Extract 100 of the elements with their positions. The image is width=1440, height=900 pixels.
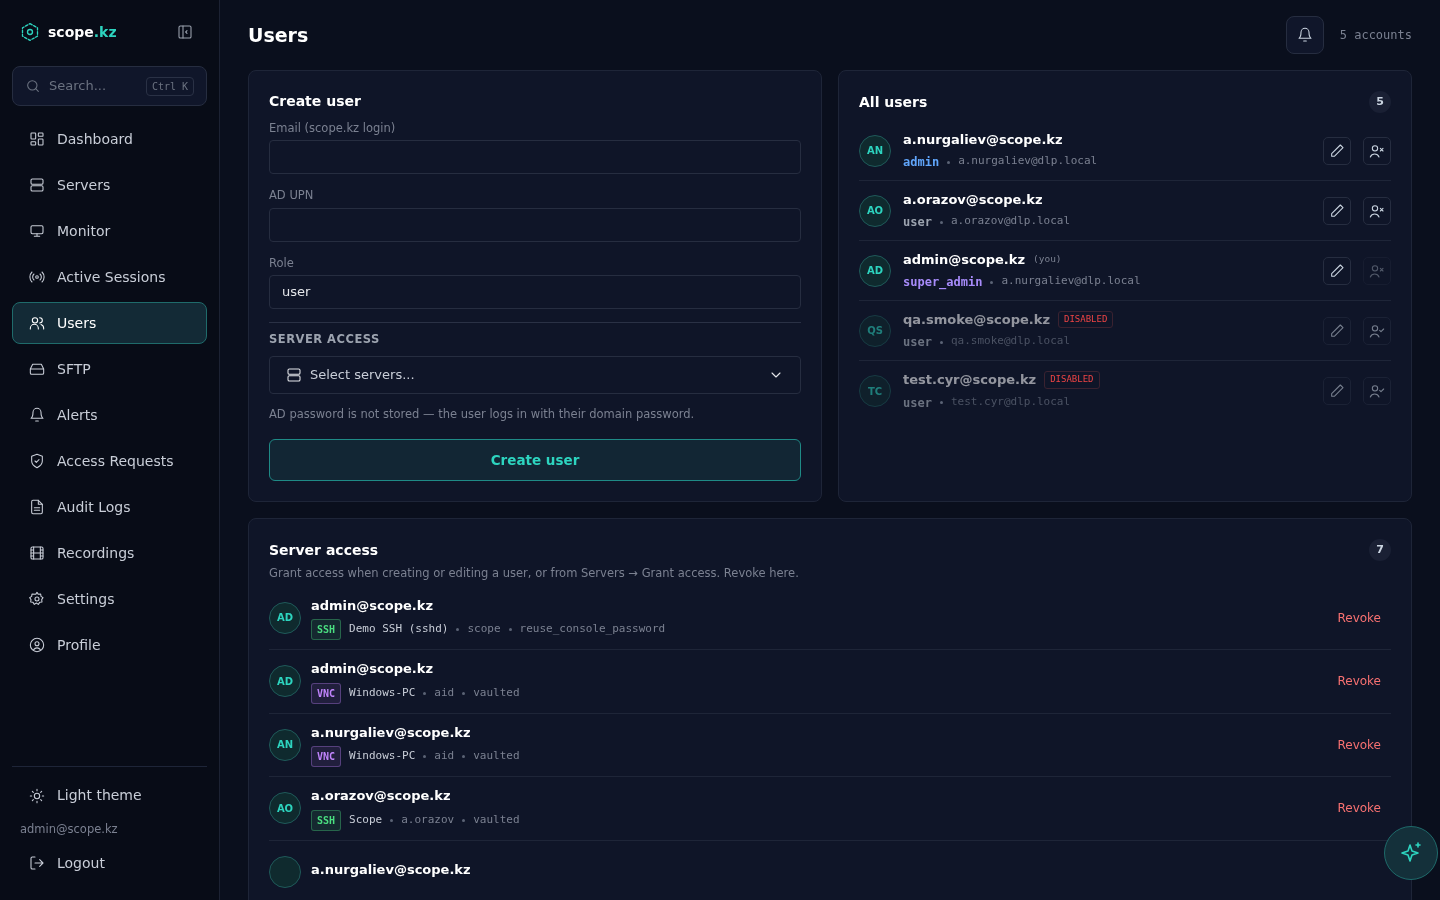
- user-role: admin: [903, 154, 940, 172]
- create-user-button[interactable]: Create user: [269, 439, 801, 482]
- user-email: a.nurgaliev@scope.kz: [311, 723, 472, 742]
- access-detail: scope: [467, 621, 501, 638]
- panel-description: Grant access when creating or editing a user, or from Servers → Grant access. Revoke here.: [269, 565, 800, 583]
- edit-button[interactable]: [1323, 196, 1351, 225]
- user-email: a.nurgaliev@scope.kz: [311, 861, 471, 879]
- protocol-badge: VNC: [311, 682, 342, 704]
- avatar: AD: [269, 665, 301, 698]
- count-badge: 5: [1369, 91, 1391, 113]
- pencil-icon: [1329, 262, 1345, 279]
- sidebar-item[interactable]: Profile: [12, 624, 207, 666]
- user-circle-icon: [29, 637, 45, 653]
- edit-button[interactable]: [1323, 136, 1351, 165]
- notifications-button[interactable]: [1285, 16, 1324, 54]
- disable-user-button[interactable]: [1363, 196, 1391, 225]
- bell-icon: [29, 407, 45, 423]
- server-name: Demo SSH (sshd): [349, 621, 449, 638]
- section-label: SERVER ACCESS: [269, 330, 381, 348]
- user-role: user: [903, 214, 932, 232]
- field-label: Role: [269, 254, 295, 272]
- sidebar-item[interactable]: Access Requests: [12, 440, 207, 482]
- revoke-button[interactable]: Revoke: [1337, 672, 1381, 691]
- user-x-icon: [1369, 202, 1385, 219]
- sidebar-item[interactable]: Active Sessions: [12, 256, 207, 298]
- sun-icon: [29, 787, 45, 804]
- help-text: AD password is not stored — the user logs in with their domain password.: [269, 406, 696, 423]
- role-select[interactable]: user: [269, 274, 801, 309]
- avatar: AN: [859, 134, 891, 167]
- status-badge: DISABLED: [1058, 310, 1114, 329]
- bell-icon: [1296, 27, 1313, 43]
- revoke-button[interactable]: Revoke: [1337, 735, 1381, 754]
- sidebar-item[interactable]: Settings: [12, 578, 207, 620]
- server-name: Scope: [349, 811, 383, 828]
- input-field[interactable]: [269, 140, 801, 175]
- panel-title: Create user: [269, 92, 362, 111]
- avatar: QS: [859, 314, 891, 347]
- servers-dropdown[interactable]: Select servers...: [269, 356, 801, 394]
- brand-logo[interactable]: scope.kz: [48, 21, 117, 43]
- film-icon: [29, 545, 45, 561]
- count-badge: 7: [1369, 539, 1391, 562]
- ad-upn: a.nurgaliev@dlp.local: [1001, 273, 1141, 290]
- revoke-button[interactable]: Revoke: [1337, 608, 1381, 627]
- sparkle-icon: [1399, 841, 1423, 865]
- revoke-button[interactable]: Revoke: [1337, 799, 1381, 818]
- avatar: AD: [269, 601, 301, 634]
- logout-icon: [29, 855, 45, 871]
- user-x-icon: [1369, 142, 1385, 159]
- avatar: [269, 855, 301, 888]
- access-detail: vaulted: [473, 811, 520, 828]
- ad-upn: a.orazov@dlp.local: [950, 213, 1071, 230]
- avatar: AO: [859, 194, 891, 227]
- ad-upn: a.nurgaliev@dlp.local: [958, 153, 1098, 170]
- accounts-count: 5 accounts: [1339, 27, 1412, 44]
- user-role: super_admin: [903, 274, 983, 292]
- sidebar-item[interactable]: SFTP: [12, 348, 207, 390]
- search-field[interactable]: Search... Ctrl K: [12, 66, 207, 106]
- you-tag: (you): [1033, 252, 1062, 267]
- avatar: AD: [859, 254, 891, 287]
- theme-toggle[interactable]: Light theme: [12, 774, 207, 817]
- disable-user-button[interactable]: [1363, 136, 1391, 165]
- field-label: AD UPN: [269, 187, 315, 205]
- access-detail: aid: [434, 684, 455, 701]
- protocol-badge: VNC: [311, 746, 342, 767]
- sidebar-item[interactable]: Monitor: [12, 210, 207, 252]
- avatar: AO: [269, 792, 301, 825]
- pencil-icon: [1329, 383, 1345, 399]
- hexagon-logo-icon: [20, 22, 40, 42]
- protocol-badge: SSH: [311, 619, 342, 640]
- shield-icon: [29, 453, 45, 469]
- sidebar-item[interactable]: Alerts: [12, 394, 207, 436]
- server-name: Windows-PC: [349, 748, 416, 765]
- field-label: Email (scope.kz login): [269, 120, 397, 137]
- logout-link[interactable]: Logout: [12, 842, 207, 884]
- sidebar-item[interactable]: Dashboard: [12, 118, 207, 160]
- access-detail: reuse_console_password: [519, 621, 666, 638]
- sidebar-item[interactable]: Recordings: [12, 532, 207, 574]
- protocol-badge: SSH: [311, 809, 342, 831]
- user-email: admin@scope.kz: [311, 596, 434, 615]
- input-field[interactable]: [269, 207, 801, 242]
- sidebar-item[interactable]: Audit Logs: [12, 486, 207, 528]
- user-check-icon: [1369, 322, 1385, 339]
- user-email: admin@scope.kz: [311, 660, 434, 678]
- ad-upn: test.cyr@dlp.local: [950, 393, 1071, 410]
- server-name: Windows-PC: [349, 684, 416, 701]
- users-icon: [29, 315, 45, 331]
- avatar: TC: [859, 375, 891, 407]
- page-title: Users: [248, 23, 309, 47]
- user-role: user: [903, 334, 932, 352]
- access-detail: vaulted: [473, 748, 520, 765]
- server-icon: [29, 177, 45, 193]
- sidebar-item[interactable]: Users: [12, 302, 207, 344]
- user-email: test.cyr@scope.kz: [903, 371, 1037, 390]
- monitor-icon: [29, 223, 45, 239]
- user-email: qa.smoke@scope.kz: [903, 310, 1050, 329]
- user-email: admin@scope.kz: [903, 250, 1025, 269]
- sidebar-item[interactable]: Servers: [12, 164, 207, 206]
- status-badge: DISABLED: [1044, 371, 1100, 389]
- edit-button[interactable]: [1323, 256, 1351, 285]
- panel-collapse-icon: [177, 24, 193, 40]
